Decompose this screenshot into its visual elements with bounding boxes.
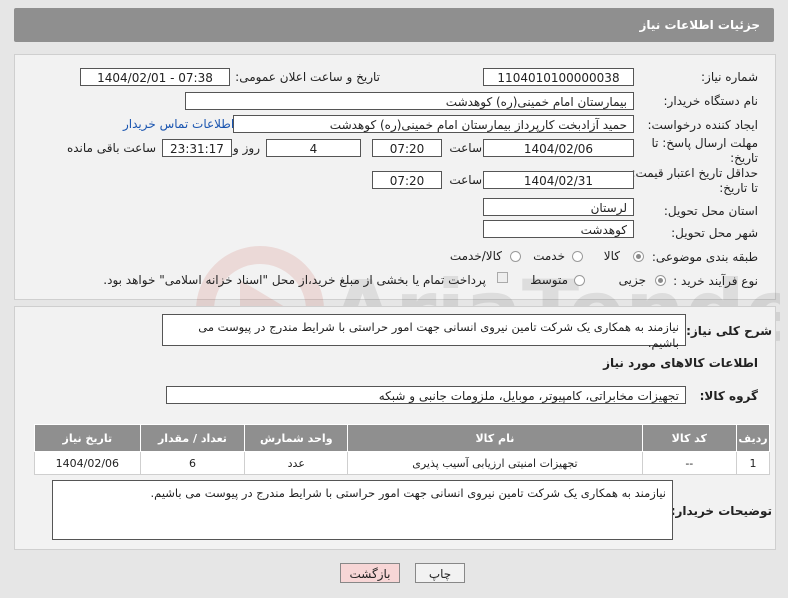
validity-time-field: 07:20	[372, 171, 442, 189]
goods-table: ردیف کد کالا نام کالا واحد شمارش تعداد /…	[34, 424, 770, 475]
col-date: تاریخ نیاز	[34, 424, 141, 452]
col-row: ردیف	[736, 424, 770, 452]
cell-unit: عدد	[244, 451, 349, 475]
buyer-notes-field: نیازمند به همکاری یک شرکت تامین نیروی ان…	[52, 480, 673, 540]
treasury-payment-checkbox[interactable]	[497, 272, 508, 283]
validity-label-line2: تا تاریخ:	[719, 181, 758, 195]
goods-table-header: ردیف کد کالا نام کالا واحد شمارش تعداد /…	[34, 424, 770, 452]
category-option-goods: کالا	[603, 249, 620, 263]
category-radio-goods-service[interactable]	[510, 251, 521, 262]
page-title: جزئیات اطلاعات نیاز	[639, 18, 760, 32]
description-field: نیازمند به همکاری یک شرکت تامین نیروی ان…	[162, 314, 686, 350]
deadline-time-label: ساعت	[449, 141, 482, 155]
deadline-label-line1: مهلت ارسال پاسخ: تا	[651, 136, 758, 150]
validity-label: حداقل تاریخ اعتبار قیمت: تا تاریخ:	[631, 166, 758, 196]
category-option-service: خدمت	[533, 249, 565, 263]
validity-date-field: 1404/02/31	[483, 171, 634, 189]
province-label: استان محل تحویل:	[663, 204, 758, 218]
validity-time-label: ساعت	[449, 173, 482, 187]
deadline-label: مهلت ارسال پاسخ: تا تاریخ:	[651, 136, 758, 166]
buyer-org-label: نام دستگاه خریدار:	[663, 94, 759, 108]
cell-name: تجهیزات امنیتی ارزیابی آسیب پذیری	[347, 451, 643, 475]
treasury-payment-note: پرداخت تمام یا بخشی از مبلغ خرید،از محل …	[103, 273, 486, 287]
cell-row: 1	[736, 451, 770, 475]
city-field: کوهدشت	[483, 220, 634, 238]
category-radio-service[interactable]	[572, 251, 583, 262]
cell-code: --	[641, 451, 738, 475]
days-label: روز و	[233, 141, 260, 155]
announce-field: 1404/02/01 - 07:38	[80, 68, 230, 86]
deadline-label-line2: تاریخ:	[730, 151, 758, 165]
page-header: جزئیات اطلاعات نیاز	[14, 8, 774, 42]
province-field: لرستان	[483, 198, 634, 216]
table-row: 1 -- تجهیزات امنیتی ارزیابی آسیب پذیری ع…	[34, 451, 770, 475]
col-qty: تعداد / مقدار	[139, 424, 246, 452]
validity-label-line1: حداقل تاریخ اعتبار قیمت:	[631, 166, 758, 180]
need-number-label: شماره نیاز:	[701, 70, 758, 84]
back-button[interactable]: بازگشت	[340, 563, 400, 583]
process-radio-minor[interactable]	[655, 275, 666, 286]
creator-label: ایجاد کننده درخواست:	[647, 118, 758, 132]
process-option-minor: جزیی	[618, 273, 646, 287]
cell-date: 1404/02/06	[34, 451, 141, 475]
buyer-org-field: بیمارستان امام خمینی(ره) کوهدشت	[185, 92, 634, 110]
buyer-contact-link[interactable]: اطلاعات تماس خریدار	[123, 117, 234, 131]
description-label: شرح کلی نیاز:	[686, 324, 772, 338]
buyer-notes-label: توضیحات خریدار:	[670, 504, 772, 518]
creator-field: حمید آزادبخت کارپرداز بیمارستان امام خمی…	[233, 115, 634, 133]
category-radio-goods[interactable]	[633, 251, 644, 262]
city-label: شهر محل تحویل:	[671, 226, 758, 240]
cell-qty: 6	[139, 451, 246, 475]
process-label: نوع فرآیند خرید :	[673, 274, 758, 288]
announce-label: تاریخ و ساعت اعلان عمومی:	[235, 70, 380, 84]
col-name: نام کالا	[347, 424, 643, 452]
days-field: 4	[266, 139, 361, 157]
need-number-field: 1104010100000038	[483, 68, 634, 86]
col-unit: واحد شمارش	[244, 424, 349, 452]
goods-group-field: تجهیزات مخابراتی، کامپیوتر، موبایل، ملزو…	[166, 386, 686, 404]
category-option-goods-service: کالا/خدمت	[449, 249, 502, 263]
goods-group-label: گروه کالا:	[699, 389, 758, 403]
goods-section-title: اطلاعات کالاهای مورد نیاز	[603, 356, 758, 370]
process-option-medium: متوسط	[530, 273, 568, 287]
deadline-date-field: 1404/02/06	[483, 139, 634, 157]
remaining-time-field: 23:31:17	[162, 139, 232, 157]
deadline-time-field: 07:20	[372, 139, 442, 157]
category-label: طبقه بندی موضوعی:	[651, 250, 758, 264]
col-code: کد کالا	[641, 424, 738, 452]
remaining-time-label: ساعت باقی مانده	[66, 141, 156, 155]
process-radio-medium[interactable]	[574, 275, 585, 286]
print-button[interactable]: چاپ	[415, 563, 465, 583]
